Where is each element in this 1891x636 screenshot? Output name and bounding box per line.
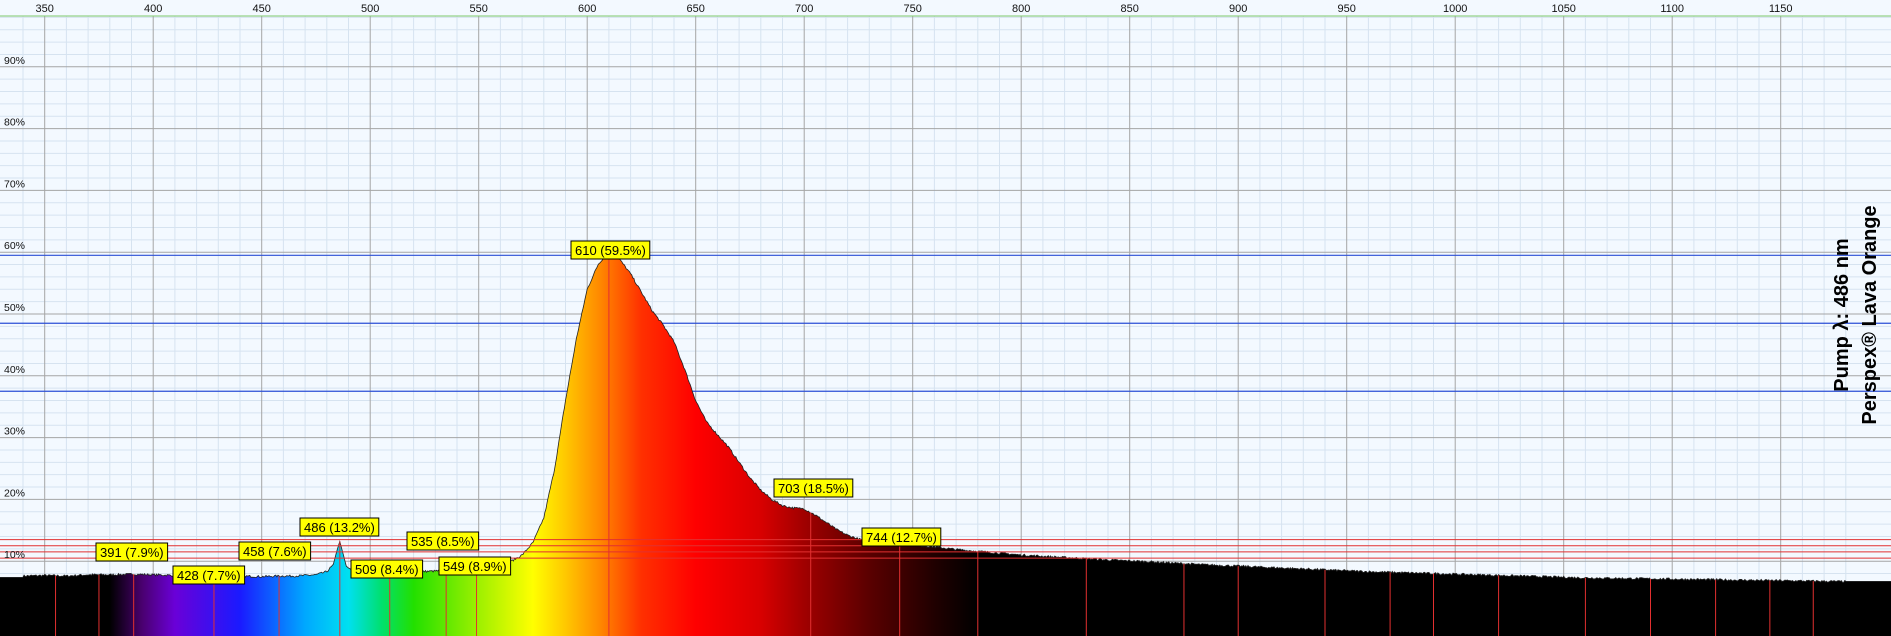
x-tick-label: 750 (904, 3, 922, 15)
x-tick-label: 550 (470, 3, 488, 15)
spectrum-chart: 350 400 450 500 550 600 650 700 750 800 850 900 950 1… (0, 0, 1891, 636)
y-tick-label: 70% (4, 178, 25, 190)
peak-label-text: 458 (7.6%) (243, 544, 307, 559)
x-tick-label: 1000 (1443, 3, 1467, 15)
x-tick-label: 900 (1229, 3, 1247, 15)
peak-label-text: 744 (12.7%) (866, 530, 937, 545)
peak-label-text: 428 (7.7%) (177, 568, 241, 583)
x-tick-label: 1150 (1769, 3, 1793, 15)
y-tick-label: 20% (4, 487, 25, 499)
peak-label: 549 (8.9%) (438, 556, 512, 576)
x-tick-label: 400 (144, 3, 162, 15)
material-label: Perspex® Lava Orange (1859, 205, 1881, 424)
x-tick-label: 950 (1338, 3, 1356, 15)
y-tick-label: 60% (4, 240, 25, 252)
peak-label: 509 (8.4%) (350, 559, 424, 579)
x-tick-label: 600 (578, 3, 596, 15)
pump-wavelength-label: Pump λ: 486 nm (1831, 238, 1853, 391)
y-tick-label: 40% (4, 364, 25, 376)
peak-label: 391 (7.9%) (95, 542, 169, 562)
peak-label-text: 610 (59.5%) (575, 243, 646, 258)
peak-label-text: 486 (13.2%) (304, 520, 375, 535)
peak-label-text: 703 (18.5%) (778, 481, 849, 496)
peak-label: 744 (12.7%) (861, 527, 942, 547)
peak-label-text: 549 (8.9%) (443, 559, 507, 574)
y-tick-label: 90% (4, 55, 25, 67)
peak-label: 610 (59.5%) (570, 240, 651, 260)
x-tick-label: 700 (795, 3, 813, 15)
x-tick-label: 800 (1012, 3, 1030, 15)
peak-label: 458 (7.6%) (238, 541, 312, 561)
x-tick-label: 850 (1121, 3, 1139, 15)
peak-label: 486 (13.2%) (299, 517, 380, 537)
x-tick-label: 650 (687, 3, 705, 15)
peak-label-text: 391 (7.9%) (100, 545, 164, 560)
peak-label: 703 (18.5%) (773, 478, 854, 498)
peak-label: 428 (7.7%) (172, 565, 246, 585)
peak-label-text: 509 (8.4%) (355, 562, 419, 577)
y-tick-label: 80% (4, 117, 25, 129)
y-tick-label: 10% (4, 549, 25, 561)
x-tick-label: 450 (253, 3, 271, 15)
y-tick-label: 30% (4, 426, 25, 438)
peak-label: 535 (8.5%) (406, 531, 480, 551)
y-tick-label: 50% (4, 302, 25, 314)
x-tick-label: 350 (36, 3, 54, 15)
peak-label-text: 535 (8.5%) (411, 534, 475, 549)
x-tick-label: 1100 (1660, 3, 1684, 15)
x-tick-label: 1050 (1551, 3, 1575, 15)
x-tick-label: 500 (361, 3, 379, 15)
